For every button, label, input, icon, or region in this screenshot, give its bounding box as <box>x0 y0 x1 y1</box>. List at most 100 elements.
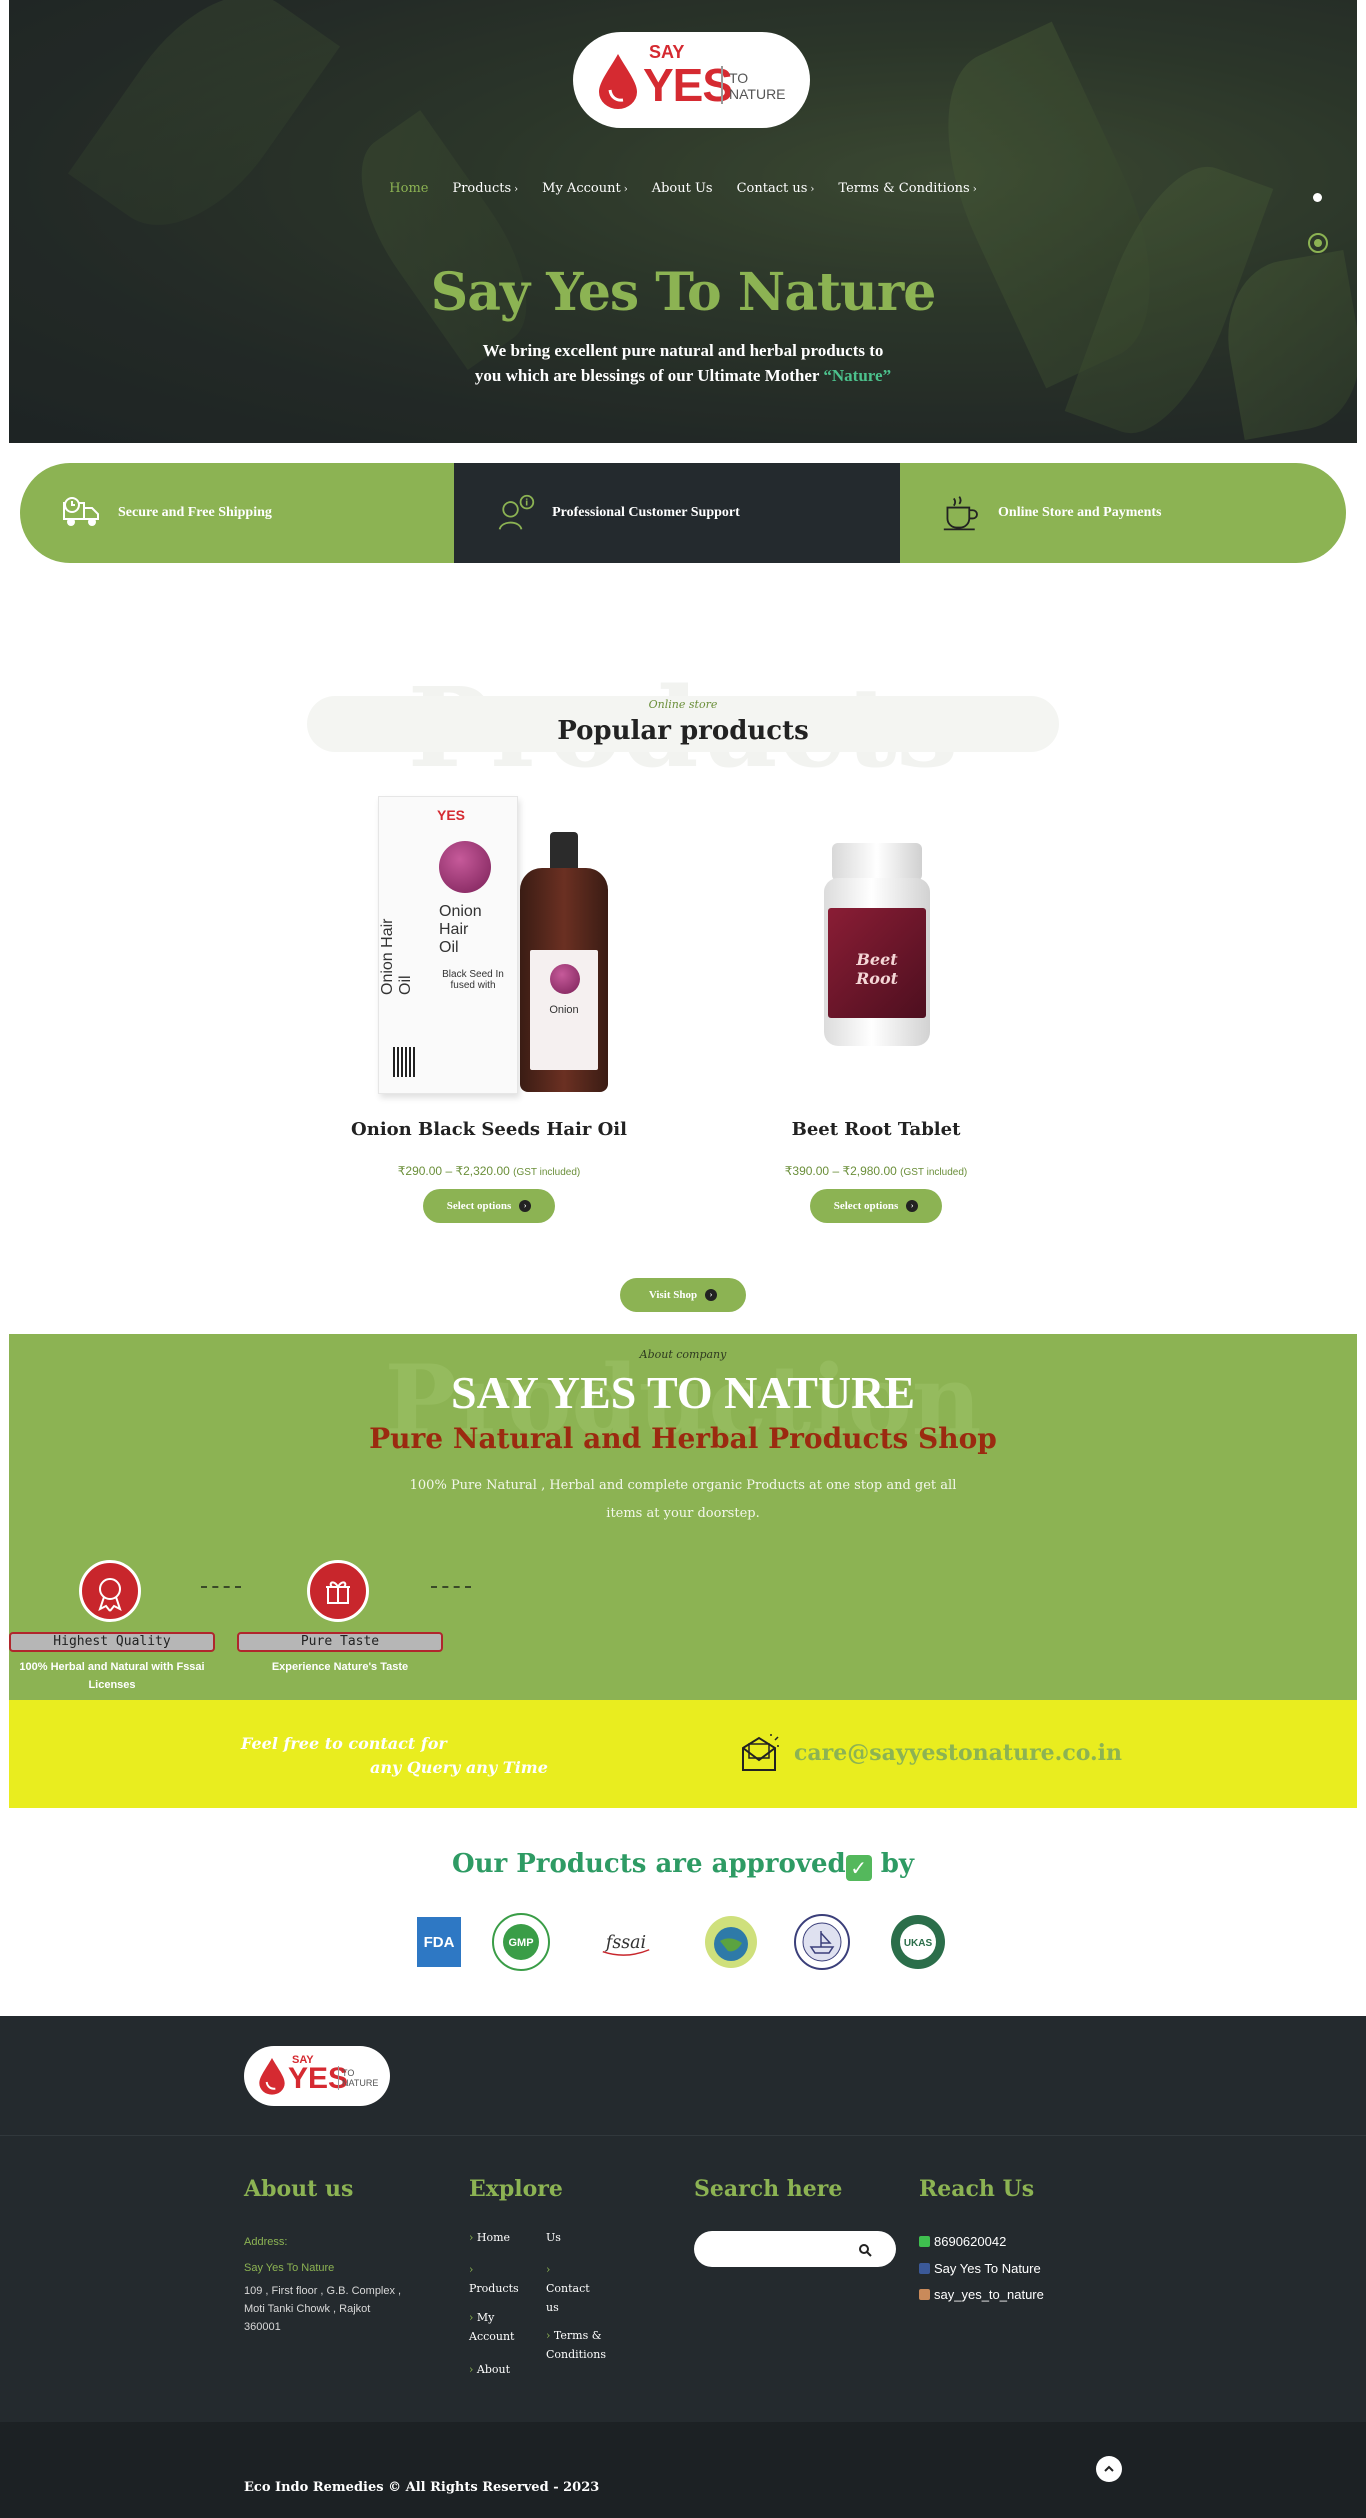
drop-logo-icon <box>599 54 637 109</box>
contact-email-link[interactable]: care@sayyestonature.co.in <box>794 1740 1122 1766</box>
phone-icon <box>919 2236 930 2247</box>
chevron-right-icon: › <box>469 2263 474 2276</box>
chevron-up-icon <box>1104 2465 1114 2472</box>
box-title: Onion Hair Oil <box>439 903 482 956</box>
logo-to: TO NATURE <box>729 70 786 102</box>
products-kicker: Online store <box>648 698 718 711</box>
product-name[interactable]: Beet Root Tablet <box>676 1119 1076 1140</box>
logo-yes: YES <box>643 59 733 111</box>
nav-terms[interactable]: Terms & Conditions › <box>838 181 976 196</box>
nav-contact-us[interactable]: Contact us › <box>737 181 815 196</box>
feature-label: Professional Customer Support <box>552 505 740 520</box>
scroll-to-top-button[interactable] <box>1096 2456 1122 2482</box>
badge-highest-quality: Highest Quality <box>9 1632 215 1652</box>
svg-text:i: i <box>525 499 528 509</box>
company-address: 109 , First floor , G.B. Complex , Moti … <box>244 2285 402 2333</box>
badge-pure-taste: Pure Taste <box>237 1632 443 1652</box>
approved-title: Our Products are approved ✓ by <box>451 1849 915 1881</box>
hero-subtitle: We bring excellent pure natural and herb… <box>474 341 892 385</box>
box-side-text: Onion Hair Oil <box>379 918 414 995</box>
contact-line-2: any Query any Time <box>370 1758 548 1777</box>
chevron-right-icon: › <box>972 184 977 195</box>
envelope-icon <box>739 1734 779 1774</box>
hero-title: Say Yes To Nature <box>430 262 937 323</box>
logo-divider <box>721 66 723 104</box>
product-price: ₹290.00 – ₹2,320.00 (GST included) <box>397 1164 581 1178</box>
visit-shop-button[interactable]: Visit Shop › <box>620 1278 746 1312</box>
svg-text:UKAS: UKAS <box>904 1938 933 1949</box>
product-box: YES Onion Hair Oil Black Seed In fused wit… <box>378 796 518 1094</box>
contact-line-1: Feel free to contact for <box>241 1734 447 1753</box>
footer-divider <box>0 2135 1366 2136</box>
logo-divider <box>338 2066 339 2090</box>
site-logo[interactable]: SAY YES TO NATURE <box>573 32 810 128</box>
footer-link-products[interactable]: › Products <box>469 2260 519 2298</box>
footer-link-my-account[interactable]: › My Account <box>469 2308 519 2346</box>
award-ribbon-icon <box>79 1560 141 1622</box>
footer-logo[interactable]: SAY YES TO NATURE <box>244 2046 390 2106</box>
facebook-icon <box>919 2263 930 2274</box>
nav-my-account[interactable]: My Account › <box>542 181 628 196</box>
bottle-label: Onion <box>530 950 598 1070</box>
badge-description: Experience Nature's Taste <box>271 1661 409 1673</box>
select-options-button[interactable]: Select options › <box>810 1189 942 1223</box>
footer-link-contact-us[interactable]: › Contact us <box>546 2260 590 2317</box>
footer-link-about-us-cont[interactable]: Us <box>546 2228 561 2247</box>
bottle-label-text: Onion <box>549 1004 579 1016</box>
footer-link-terms[interactable]: › Terms & Conditions <box>546 2326 606 2364</box>
chevron-right-icon: › <box>810 184 815 195</box>
about-title: SAY YES TO NATURE <box>451 1367 915 1418</box>
arrow-right-circle-icon: › <box>705 1289 718 1301</box>
arrow-right-circle-icon: › <box>519 1200 532 1212</box>
nav-products[interactable]: Products › <box>452 181 518 196</box>
iso-globe-logo <box>702 1913 760 1971</box>
svg-text:fssai: fssai <box>604 1933 646 1953</box>
copyright-text: Eco Indo Remedies © All Rights Reserved … <box>244 2480 600 2495</box>
facebook-link[interactable]: Say Yes To Nature <box>919 2261 1041 2276</box>
barcode-graphic <box>393 1047 415 1077</box>
svg-text:FDA: FDA <box>424 1934 455 1951</box>
footer-link-about[interactable]: › About <box>469 2360 510 2379</box>
footer-search-title: Search here <box>694 2176 843 2202</box>
hero-banner: SAY YES TO NATURE Home Products › My Accou… <box>9 0 1357 443</box>
check-mark-icon: ✓ <box>845 1855 872 1881</box>
chevron-right-icon: › <box>546 2329 551 2342</box>
footer-explore-title: Explore <box>469 2176 563 2202</box>
gmp-quality-logo: GMP <box>492 1913 550 1971</box>
slider-dot-2-active[interactable] <box>1308 233 1328 253</box>
chevron-right-icon: › <box>469 2363 474 2376</box>
footer-link-home[interactable]: › Home <box>469 2228 510 2247</box>
feature-online-store: Online Store and Payments <box>900 463 1346 563</box>
search-icon[interactable] <box>858 2242 872 2257</box>
box-subtitle: Black Seed In fused with <box>442 969 504 991</box>
chevron-right-icon: › <box>514 184 519 195</box>
product-price: ₹390.00 – ₹2,980.00 (GST included) <box>784 1164 968 1178</box>
instagram-icon <box>919 2289 930 2300</box>
ship-seal-logo <box>793 1913 851 1971</box>
box-logo: YES <box>437 807 466 823</box>
feature-bar: Secure and Free Shipping i Professional … <box>20 463 1346 563</box>
logo-yes: YES <box>288 2062 349 2095</box>
slider-dot-1[interactable] <box>1313 193 1322 202</box>
phone-link[interactable]: 8690620042 <box>919 2234 1006 2249</box>
gift-box-icon <box>307 1560 369 1622</box>
jar-label-text: Beet Root <box>855 950 899 988</box>
svg-text:GMP: GMP <box>508 1937 533 1949</box>
instagram-link[interactable]: say_yes_to_nature <box>919 2287 1044 2302</box>
badge-description: 100% Herbal and Natural with Fssai Licen… <box>19 1661 205 1691</box>
feature-support: i Professional Customer Support <box>454 463 901 563</box>
drop-logo-icon <box>259 2058 285 2095</box>
feature-shipping: Secure and Free Shipping <box>20 463 454 563</box>
chevron-right-icon: › <box>623 184 628 195</box>
contact-strip: Feel free to contact for any Query any T… <box>9 1700 1357 1808</box>
about-section: Production About company SAY YES TO NATU… <box>9 1334 1357 1700</box>
nav-home[interactable]: Home <box>389 181 428 196</box>
jar-lid <box>832 843 922 881</box>
nav-about-us[interactable]: About Us <box>652 181 713 196</box>
product-name[interactable]: Onion Black Seeds Hair Oil <box>289 1119 689 1140</box>
about-kicker: About company <box>639 1348 727 1361</box>
fda-logo: FDA <box>410 1913 468 1971</box>
select-options-button[interactable]: Select options › <box>423 1189 555 1223</box>
arrow-right-circle-icon: › <box>906 1200 919 1212</box>
logo-to: TO NATURE <box>342 2068 379 2088</box>
